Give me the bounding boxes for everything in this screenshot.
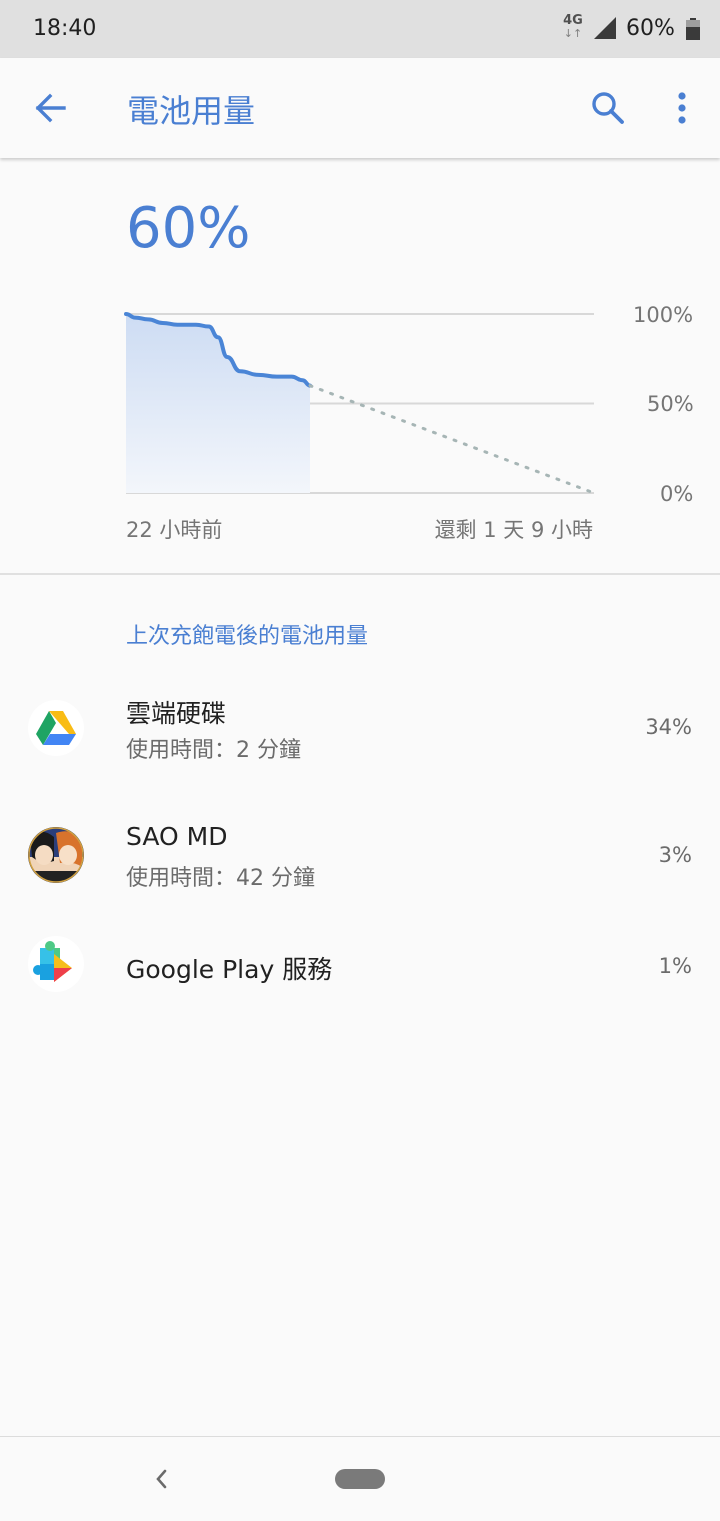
- signal-icon: [594, 17, 616, 39]
- back-button[interactable]: [24, 84, 76, 132]
- search-button[interactable]: [584, 84, 632, 132]
- app-percent: 1%: [658, 954, 692, 978]
- section-header: 上次充飽電後的電池用量: [126, 624, 369, 649]
- battery-icon: [686, 18, 700, 40]
- x-end-label: 還剩 1 天 9 小時: [434, 518, 593, 542]
- app-percent: 34%: [645, 715, 692, 739]
- more-vert-icon: [678, 92, 686, 124]
- battery-usage-chart: [124, 312, 596, 495]
- navigation-bar: [0, 1436, 720, 1521]
- y-tick-label-0: 0%: [660, 482, 694, 506]
- y-tick-label-50: 50%: [647, 392, 694, 416]
- nav-home-pill[interactable]: [335, 1469, 385, 1489]
- back-arrow-icon: [35, 93, 66, 123]
- nav-back-icon[interactable]: [150, 1465, 174, 1493]
- chart-fill-area: [126, 314, 310, 493]
- more-options-button[interactable]: [660, 84, 704, 132]
- app-percent: 3%: [658, 843, 692, 867]
- battery-level: 60%: [126, 196, 251, 261]
- page-title: 電池用量: [127, 92, 256, 130]
- battery-percent-text: 60%: [626, 16, 675, 41]
- divider: [0, 573, 720, 575]
- app-row-google-drive[interactable]: 雲端硬碟 使用時間：2 分鐘 34%: [0, 672, 720, 782]
- app-row-google-play-services[interactable]: Google Play 服務 1%: [0, 910, 720, 1020]
- status-bar: 18:40 4G ↓↑ 60%: [0, 0, 720, 58]
- google-drive-icon: [28, 700, 84, 756]
- x-start-label: 22 小時前: [126, 518, 223, 542]
- app-row-sao-md[interactable]: SAO MD 使用時間：42 分鐘 3%: [0, 800, 720, 910]
- status-time: 18:40: [33, 16, 97, 41]
- app-usage: 使用時間：42 分鐘: [126, 866, 315, 891]
- app-name: SAO MD: [126, 822, 228, 851]
- network-arrows: ↓↑: [563, 27, 583, 40]
- google-play-services-icon: [28, 936, 84, 992]
- app-name: Google Play 服務: [126, 955, 333, 984]
- app-bar: 電池用量: [0, 58, 720, 158]
- search-icon: [592, 92, 624, 124]
- app-name: 雲端硬碟: [126, 699, 227, 728]
- y-tick-label-100: 100%: [633, 303, 694, 327]
- network-type: 4G: [563, 13, 583, 28]
- app-usage: 使用時間：2 分鐘: [126, 738, 301, 763]
- sao-md-icon: [28, 827, 84, 883]
- chart-projection-line: [308, 384, 596, 495]
